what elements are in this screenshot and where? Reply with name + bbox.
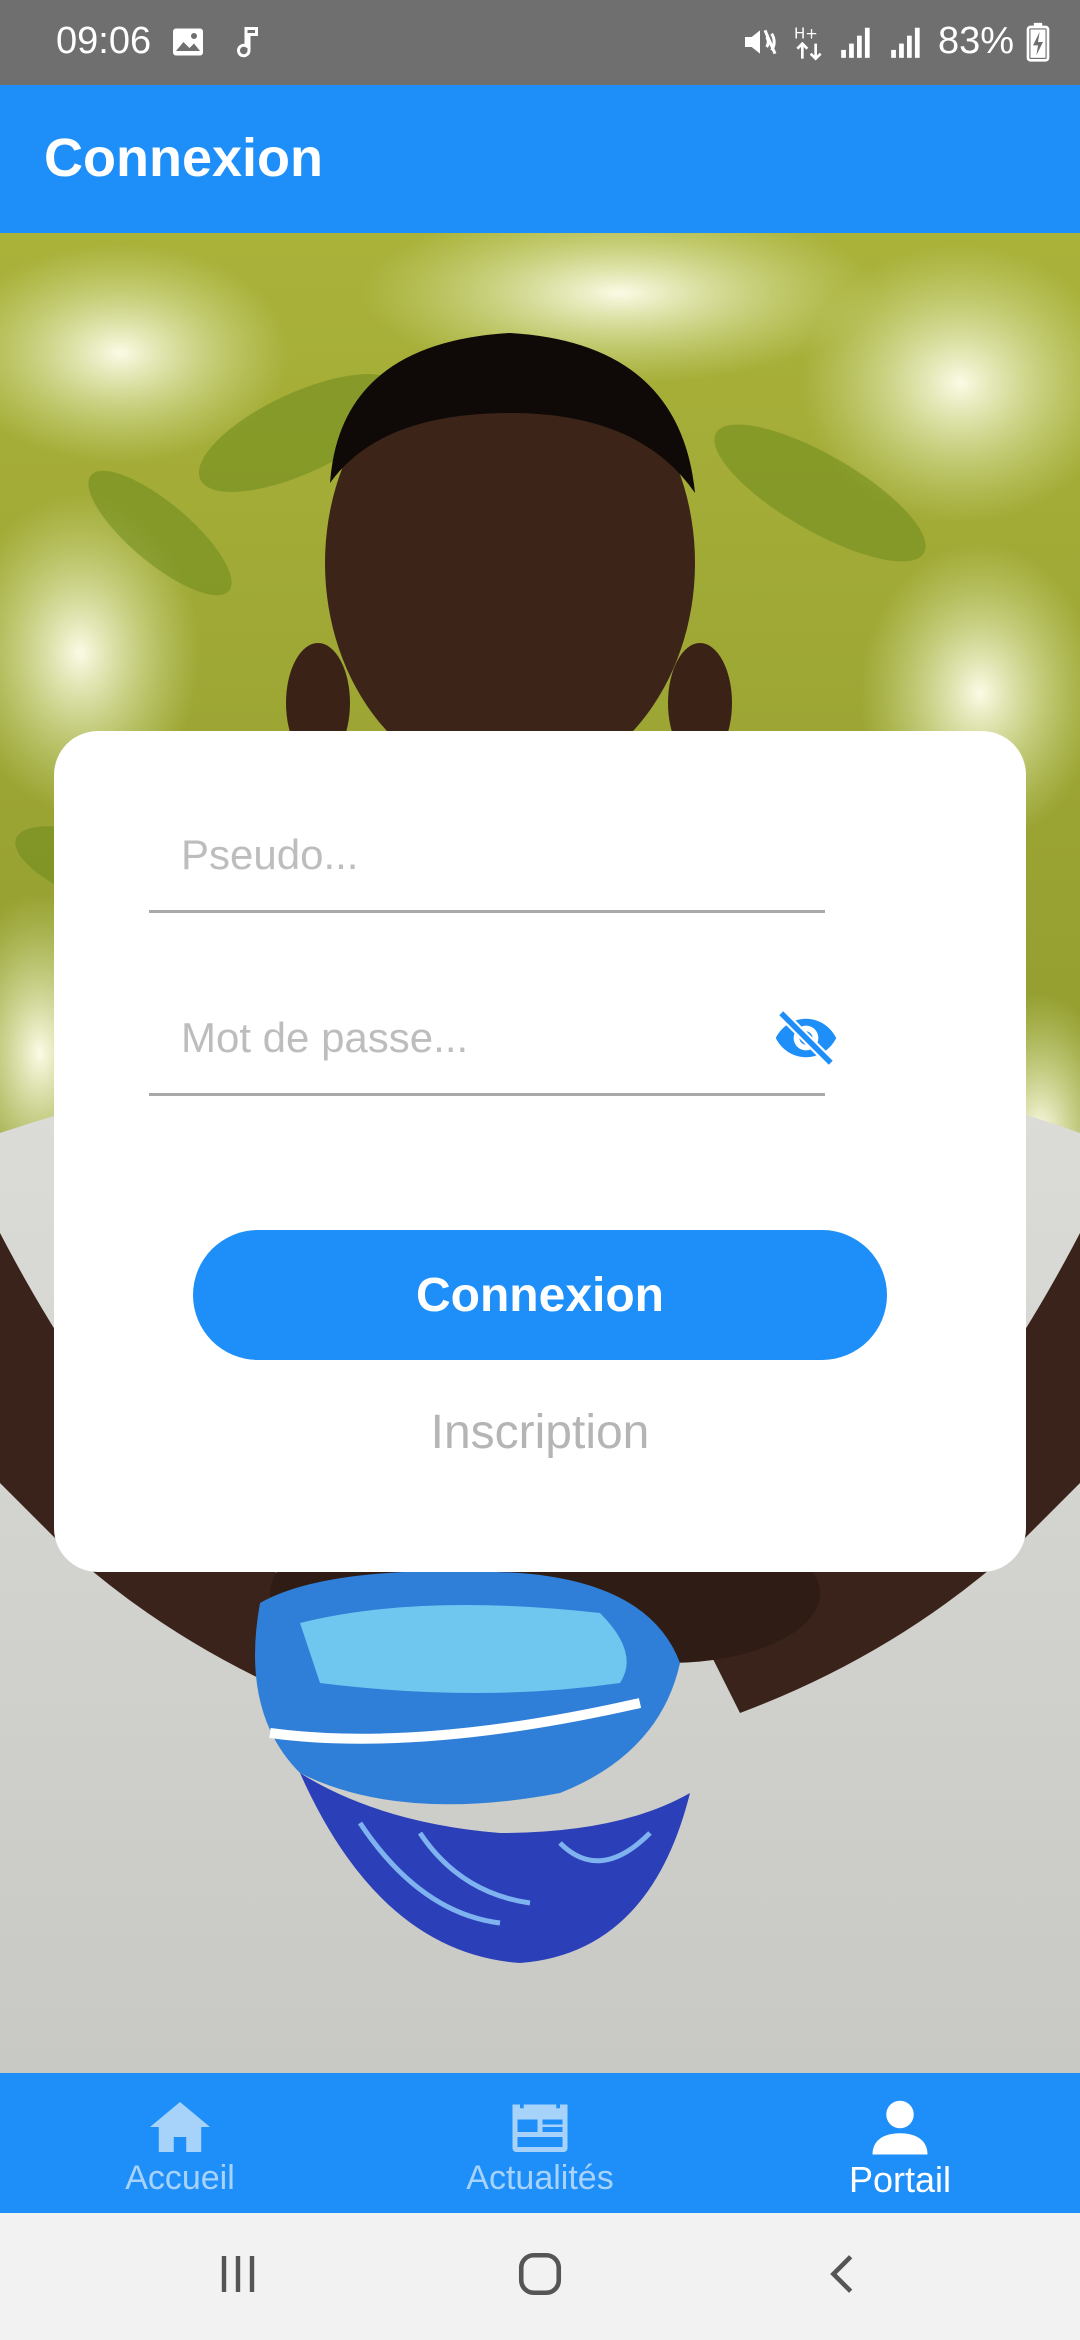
person-icon	[872, 2100, 928, 2155]
eye-off-icon[interactable]	[773, 1005, 839, 1071]
mute-icon	[744, 29, 777, 54]
nav-label: Accueil	[125, 2159, 235, 2197]
home-icon	[150, 2102, 210, 2152]
battery-charging-icon	[1026, 22, 1050, 62]
password-input[interactable]	[149, 983, 825, 1093]
bottom-nav: Accueil Actualités Portail	[0, 2073, 1080, 2213]
password-field	[149, 983, 837, 1096]
status-bar: 09:06 H+ 83%	[0, 0, 1080, 85]
nav-item-portail[interactable]: Portail	[720, 2073, 1080, 2213]
music-note-icon	[237, 27, 258, 58]
status-time: 09:06	[56, 20, 152, 62]
svg-text:H+: H+	[794, 24, 818, 42]
data-arrows-icon: H+	[794, 24, 822, 61]
login-button[interactable]: Connexion	[193, 1230, 887, 1360]
signal-icon	[841, 27, 870, 58]
calendar-news-icon	[512, 2100, 568, 2152]
nav-item-actualites[interactable]: Actualités	[360, 2073, 720, 2213]
battery-percent: 83%	[937, 20, 1014, 62]
back-icon[interactable]	[820, 2249, 866, 2299]
signal-icon	[891, 27, 920, 58]
page-title: Connexion	[44, 128, 323, 188]
system-nav-bar	[0, 2213, 1080, 2340]
login-screen: 09:06 H+ 83% Connexion Pseudo... Connexi…	[0, 0, 1080, 2340]
username-input[interactable]	[149, 800, 825, 910]
recent-apps-icon[interactable]	[214, 2249, 262, 2299]
nav-label: Actualités	[466, 2159, 614, 2197]
nav-item-accueil[interactable]: Accueil	[0, 2073, 360, 2213]
nav-label: Portail	[848, 2159, 952, 2200]
app-bar: Connexion	[0, 85, 1080, 233]
signup-link[interactable]: Inscription	[0, 1405, 1080, 1460]
home-circle-icon[interactable]	[514, 2249, 566, 2299]
username-field	[149, 800, 825, 913]
image-icon	[173, 28, 203, 56]
